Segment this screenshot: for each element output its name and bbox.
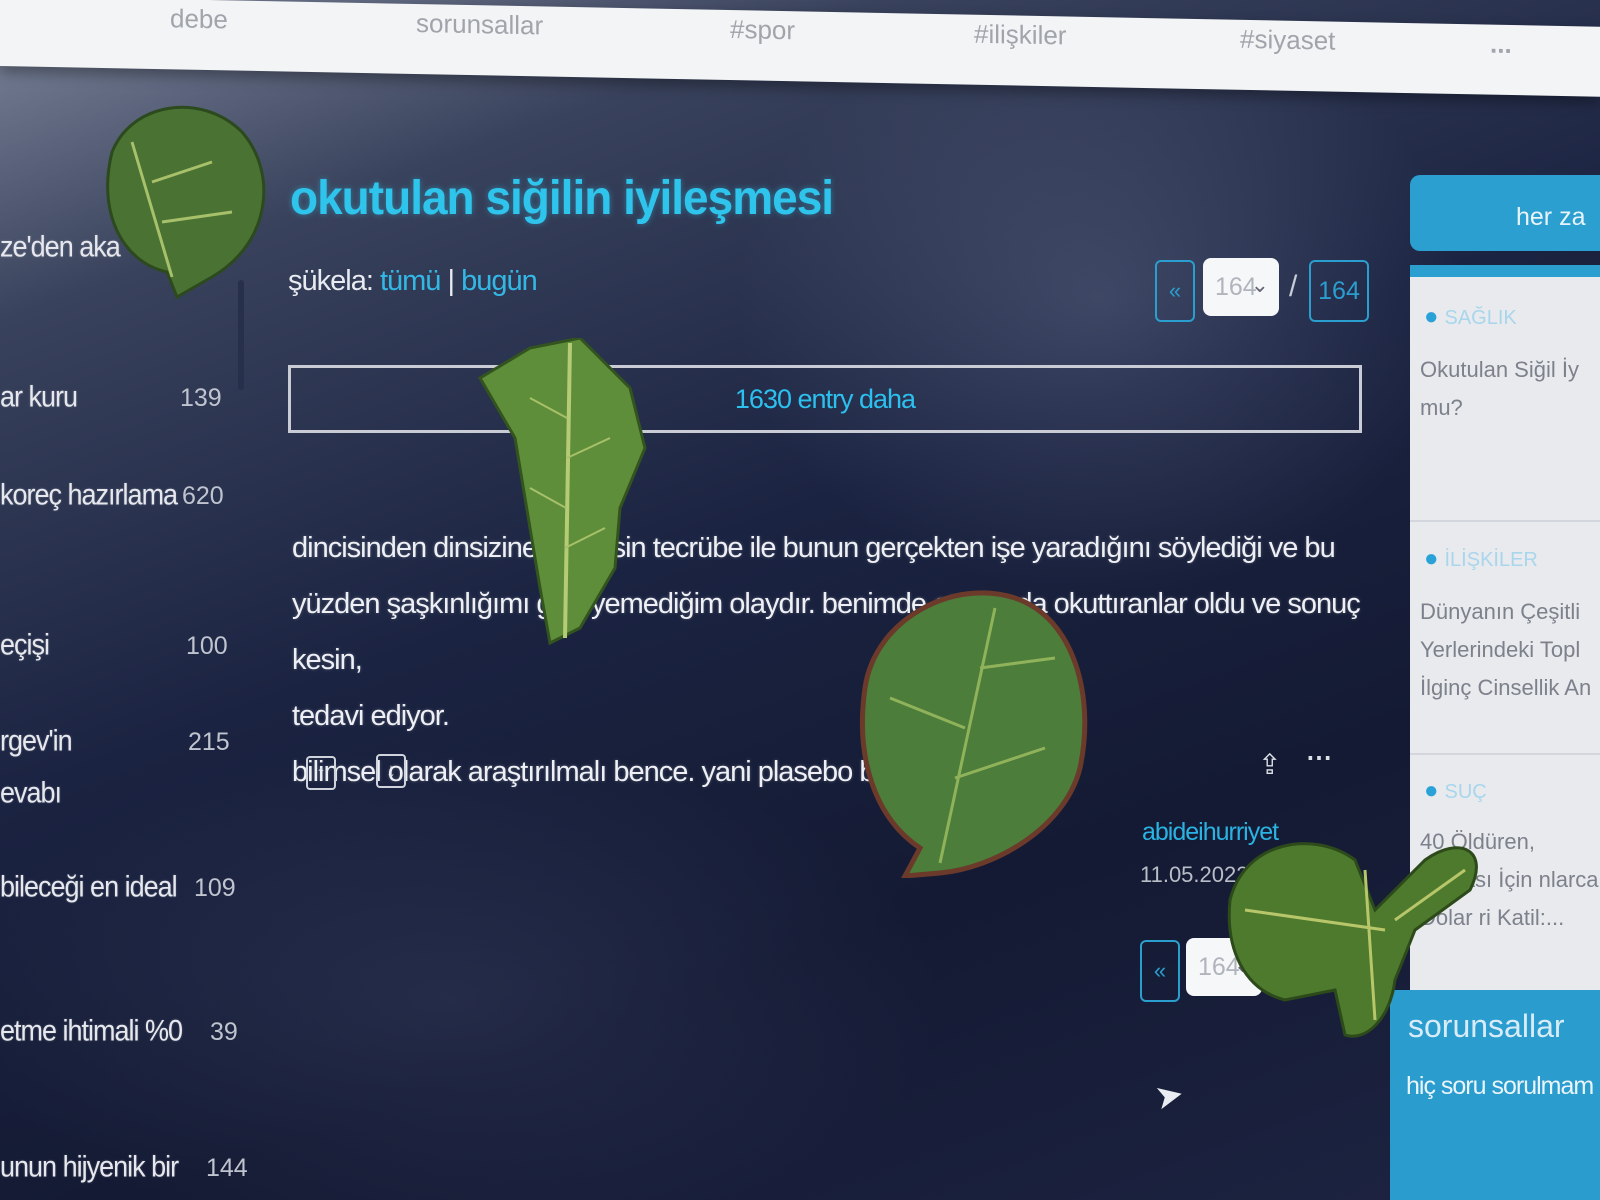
promoted-category: ● İLİŞKİLER <box>1424 545 1538 572</box>
nav-item-siyaset[interactable]: #siyaset <box>1240 24 1335 57</box>
entry-line: yüzden şaşkınlığımı gizleyemediğim olayd… <box>292 588 1361 676</box>
sidebar-topic-count: 109 <box>194 874 236 902</box>
sidebar-topic-label[interactable]: etme ihtimali %0 <box>0 1015 240 1048</box>
top-nav-bar: debe sorunsallar #spor #ilişkiler #siyas… <box>0 0 1600 97</box>
sidebar-topic-label[interactable]: unun hijyenik bir <box>0 1151 240 1184</box>
sorunsallar-text: hiç soru sorulmam <box>1406 1072 1594 1100</box>
more-entries-button[interactable]: 1630 entry daha <box>288 365 1362 433</box>
chevron-down-icon: ⌄ <box>1250 272 1269 297</box>
nav-item-debe[interactable]: debe <box>170 3 228 35</box>
divider <box>1410 753 1600 755</box>
nav-item-iliskiler[interactable]: #ilişkiler <box>974 19 1066 52</box>
downvote-icon[interactable]: ↓ <box>376 754 406 788</box>
filter-today-link[interactable]: bugün <box>461 265 538 297</box>
page-select[interactable]: 164 ⌄ <box>1203 258 1279 316</box>
entry-content: dincisinden dinsizine herkesin tecrübe i… <box>292 520 1372 800</box>
divider <box>1410 520 1600 522</box>
card-accent-bar <box>1410 265 1600 277</box>
filter-all-link[interactable]: tümü <box>380 265 441 297</box>
nav-item-sorunsallar[interactable]: sorunsallar <box>416 8 543 41</box>
sidebar-topic-count: 620 <box>182 482 224 510</box>
drop-icon: ● <box>1424 303 1439 330</box>
promoted-category: ● SAĞLIK <box>1424 303 1517 330</box>
entry-line: dincisinden dinsizine herkesin tecrübe i… <box>292 532 1336 564</box>
sukela-label: şükela: <box>288 265 374 297</box>
entry-line: tedavi ediyor. <box>292 700 450 732</box>
potato-leaf-icon <box>106 105 266 300</box>
sukela-filter: şükela: tümü | bugün <box>288 265 538 298</box>
promoted-item-link[interactable]: Dünyanın Çeşitli Yerlerindeki Topl İlgin… <box>1420 593 1600 707</box>
upvote-icon[interactable]: ↑ <box>306 756 336 790</box>
nav-more-button[interactable]: ... <box>1490 29 1512 60</box>
mouse-cursor-icon: ➤ <box>1151 1074 1188 1118</box>
pager-last-button[interactable]: 164 <box>1309 260 1369 322</box>
sidebar-topic-count: 100 <box>186 632 228 660</box>
sidebar-topic-count: 139 <box>180 384 222 412</box>
photo-of-monitor: debe sorunsallar #spor #ilişkiler #siyas… <box>0 0 1600 1200</box>
sidebar-topic-label[interactable]: evabı <box>0 777 240 810</box>
right-sidebar-header-label: her za <box>1516 203 1586 231</box>
drop-icon: ● <box>1424 545 1439 572</box>
potato-leaf-icon <box>860 590 1088 878</box>
tomato-leaf-cluster-icon <box>1227 842 1478 1038</box>
nav-item-spor[interactable]: #spor <box>730 14 795 46</box>
pager-separator: / <box>1289 270 1298 303</box>
promoted-category: ● SUÇ <box>1424 777 1487 804</box>
topic-title[interactable]: okutulan siğilin iyileşmesi <box>290 169 834 226</box>
sidebar-topic-count: 215 <box>188 728 230 756</box>
promoted-item-link[interactable]: Okutulan Siğil İy mu? <box>1420 351 1600 427</box>
drop-icon: ● <box>1424 777 1439 804</box>
more-options-icon[interactable]: ⋯ <box>1306 742 1332 773</box>
right-sidebar-header-button[interactable]: her za <box>1410 175 1600 251</box>
left-sidebar-topic-list: ze'den aka ar kuru 139 koreç hazırlama 6… <box>0 180 260 1200</box>
filter-separator: | <box>447 265 455 297</box>
share-icon[interactable]: ⇪ <box>1258 748 1281 781</box>
pager-prev-button[interactable]: « <box>1140 940 1180 1002</box>
tomato-leaf-icon <box>477 338 647 646</box>
right-sidebar: her za ● SAĞLIK Okutulan Siğil İy mu? ● İL… <box>1390 175 1600 1200</box>
sidebar-topic-count: 39 <box>210 1018 238 1046</box>
entry-line: bilimsel olarak araştırılmalı bence. yan… <box>292 756 875 788</box>
pager-prev-button[interactable]: « <box>1155 260 1195 322</box>
sidebar-topic-count: 144 <box>206 1154 248 1182</box>
